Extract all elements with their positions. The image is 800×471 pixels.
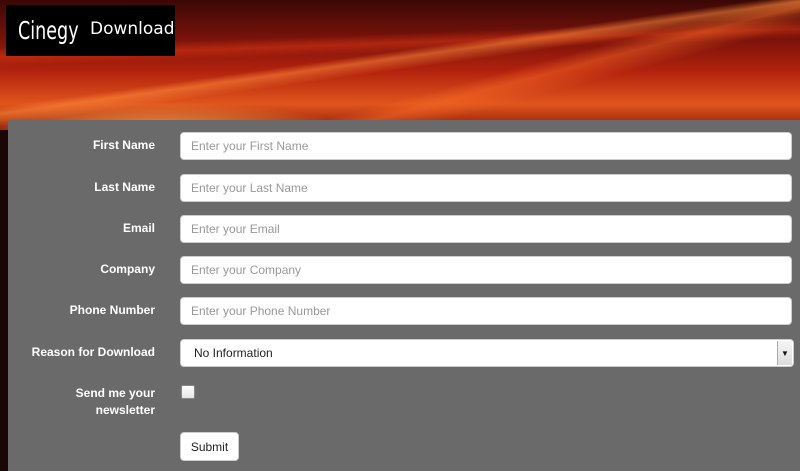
reason-label: Reason for Download <box>31 345 155 359</box>
header-banner: Cinegy Download <box>0 0 800 130</box>
page-title: Download <box>90 19 175 39</box>
chevron-down-icon[interactable]: ▼ <box>777 341 792 365</box>
phone-number-label: Phone Number <box>69 303 155 317</box>
first-name-input[interactable] <box>180 132 792 160</box>
newsletter-label-line2: newsletter <box>95 403 155 417</box>
email-input[interactable] <box>180 215 792 243</box>
email-label: Email <box>122 221 155 235</box>
reason-selected-value: No Information <box>194 346 273 360</box>
reason-select[interactable]: No Information ▼ <box>180 339 794 367</box>
submit-button[interactable]: Submit <box>180 432 239 461</box>
last-name-label: Last Name <box>94 180 155 194</box>
first-name-label: First Name <box>92 138 155 152</box>
cinegy-logo-mark: Cinegy <box>18 16 79 45</box>
newsletter-checkbox[interactable] <box>181 385 195 399</box>
company-input[interactable] <box>180 256 792 284</box>
newsletter-label-line1: Send me your <box>75 386 155 400</box>
company-label: Company <box>100 262 155 276</box>
logo[interactable]: Cinegy Download <box>6 5 175 56</box>
download-form: First Name Last Name Email Company Phone… <box>8 120 800 471</box>
phone-number-input[interactable] <box>180 297 792 325</box>
last-name-input[interactable] <box>180 174 792 202</box>
